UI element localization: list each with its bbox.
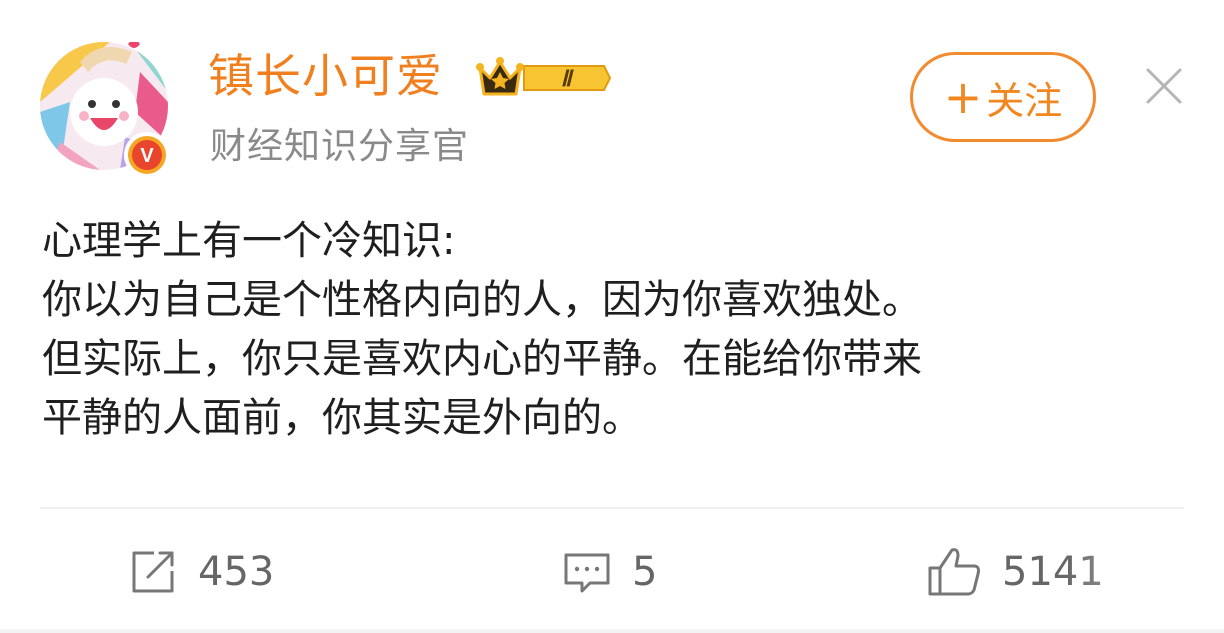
repost-count: 453 bbox=[198, 549, 275, 595]
thumbs-up-icon bbox=[928, 548, 980, 596]
user-title: 财经知识分享官 bbox=[210, 126, 470, 167]
crown-level-badge-icon: Ⅱ bbox=[476, 57, 612, 96]
divider bbox=[40, 507, 1184, 509]
plus-icon: + bbox=[943, 70, 983, 124]
like-button[interactable]: 5141 bbox=[926, 540, 1104, 604]
comment-icon bbox=[564, 553, 610, 593]
verified-mark: V bbox=[140, 145, 154, 167]
post-line: 平静的人面前，你其实是外向的。 bbox=[42, 395, 642, 441]
like-count: 5141 bbox=[1002, 549, 1104, 595]
post-line: 心理学上有一个冷知识: bbox=[42, 218, 456, 264]
bottom-divider bbox=[0, 629, 1224, 633]
comment-button[interactable]: 5 bbox=[562, 540, 657, 604]
post-line: 你以为自己是个性格内向的人，因为你喜欢独处。 bbox=[42, 277, 922, 323]
post-line: 但实际上，你只是喜欢内心的平静。在能给你带来 bbox=[42, 336, 922, 382]
verified-badge-icon: V bbox=[124, 132, 170, 178]
follow-button[interactable]: + 关注 bbox=[910, 52, 1096, 142]
repost-button[interactable]: 453 bbox=[128, 540, 274, 604]
follow-button-label: 关注 bbox=[986, 78, 1063, 123]
username[interactable]: 镇长小可爱 bbox=[208, 46, 443, 106]
post-text: 心理学上有一个冷知识: 你以为自己是个性格内向的人，因为你喜欢独处。 但实际上，… bbox=[42, 212, 1192, 448]
close-icon[interactable] bbox=[1142, 64, 1186, 108]
comment-count: 5 bbox=[632, 549, 658, 595]
repost-icon bbox=[132, 551, 174, 593]
